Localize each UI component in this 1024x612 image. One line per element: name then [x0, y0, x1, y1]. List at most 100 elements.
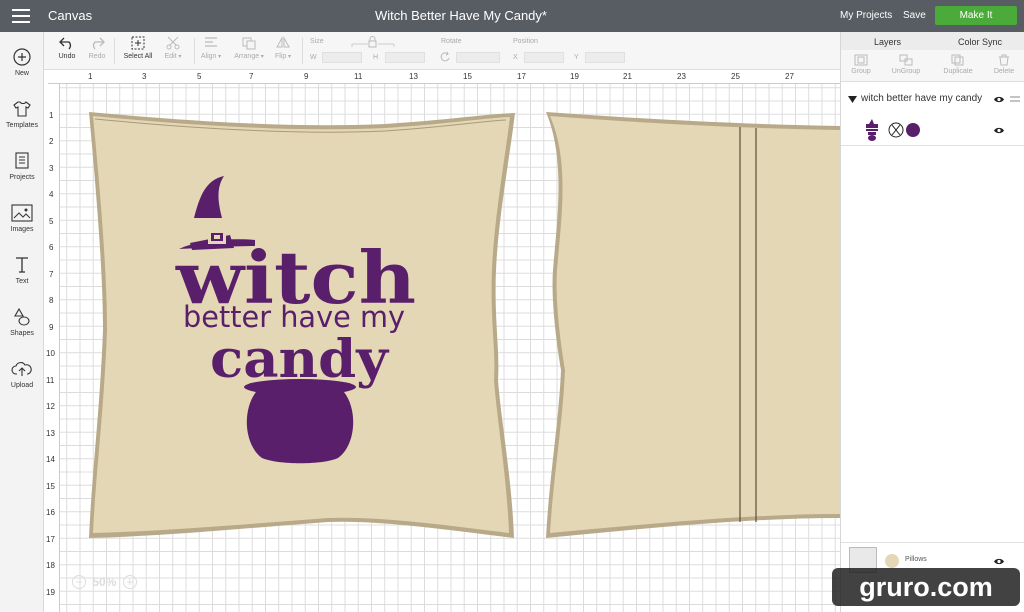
canvas-artwork: witch better have my candy — [89, 112, 840, 538]
redo-button[interactable]: Redo — [84, 36, 110, 60]
height-input[interactable] — [385, 52, 425, 63]
select-all-icon — [131, 36, 145, 50]
sidebar-item-label: Text — [15, 278, 29, 285]
sidebar-item-label: New — [14, 70, 29, 77]
sidebar-item-images[interactable]: Images — [0, 203, 44, 233]
ruler-left-tick: 14 — [46, 455, 55, 464]
flip-menu-button[interactable]: Flip ▾ — [270, 36, 296, 60]
make-it-button[interactable]: Make It — [935, 6, 1017, 25]
ruler-top-tick: 13 — [409, 72, 418, 81]
ruler-top-tick: 19 — [570, 72, 579, 81]
watermark-logo: gruro.com — [832, 568, 1020, 606]
flip-icon — [276, 36, 290, 48]
select-all-button[interactable]: Select All — [120, 36, 156, 60]
zoom-out-button[interactable]: − — [72, 574, 86, 589]
zoom-in-button[interactable]: + — [122, 574, 137, 589]
color-swatch-icon[interactable] — [884, 553, 900, 569]
arrange-icon — [242, 37, 256, 50]
tab-layers[interactable]: Layers — [874, 37, 901, 47]
cricut-design-space-window: Canvas Witch Better Have My Candy* My Pr… — [0, 0, 1024, 612]
cauldron-shape — [244, 379, 356, 464]
sidebar-item-label: Images — [10, 226, 34, 233]
contour-icon — [888, 122, 904, 138]
align-menu-button[interactable]: Align ▾ — [196, 36, 226, 60]
edit-toolbar: Undo Redo Select All Edit ▾ Align ▾ Arra… — [44, 32, 840, 70]
ruler-top-tick: 1 — [88, 72, 93, 81]
select-all-label: Select All — [123, 53, 153, 60]
ruler-top-tick: 21 — [623, 72, 632, 81]
ruler-top-tick: 15 — [463, 72, 472, 81]
group-button[interactable]: Group — [847, 54, 875, 75]
ruler-left-tick: 19 — [46, 588, 55, 597]
caret-down-icon[interactable] — [848, 96, 857, 103]
sidebar-item-upload[interactable]: Upload — [0, 359, 44, 389]
sidebar-item-new[interactable]: New — [0, 47, 44, 77]
pillow-back[interactable] — [546, 112, 840, 538]
save-button[interactable]: Save — [903, 10, 926, 21]
left-toolbar: New Templates Projects Images Text Shape… — [0, 32, 44, 612]
layer-actions: Group UnGroup Duplicate Delete — [841, 50, 1024, 82]
ruler-top-tick: 7 — [249, 72, 254, 81]
my-projects-link[interactable]: My Projects — [840, 10, 892, 21]
toolbar-divider — [114, 38, 115, 64]
drag-handle-icon[interactable] — [1010, 95, 1020, 103]
y-label: Y — [574, 54, 579, 61]
edit-menu-button[interactable]: Edit ▾ — [160, 36, 186, 60]
zoom-control: − 50% + — [72, 574, 137, 589]
ruler-left-tick: 8 — [49, 296, 54, 305]
flip-label: Flip — [275, 53, 287, 60]
ungroup-label: UnGroup — [891, 68, 921, 75]
group-label: Group — [851, 68, 871, 75]
sidebar-item-shapes[interactable]: Shapes — [0, 307, 44, 337]
ruler-left-tick: 7 — [49, 270, 54, 279]
layer-thumbnails — [866, 119, 920, 141]
sidebar-item-templates[interactable]: Templates — [0, 99, 44, 129]
ruler-top-tick: 3 — [142, 72, 147, 81]
x-position-input[interactable] — [524, 52, 564, 63]
arrange-menu-button[interactable]: Arrange ▾ — [230, 36, 268, 60]
sidebar-item-text[interactable]: Text — [0, 255, 44, 285]
y-position-input[interactable] — [585, 52, 625, 63]
color-swatch-icon — [906, 123, 920, 137]
duplicate-icon — [951, 54, 964, 66]
panel-tabs: Layers Color Sync — [841, 32, 1024, 50]
ruler-top-tick: 25 — [731, 72, 740, 81]
layer-group-name: witch better have my candy — [861, 93, 983, 104]
ruler-left-tick: 11 — [46, 376, 55, 385]
align-label: Align — [200, 53, 217, 60]
trash-icon — [999, 54, 1009, 66]
shapes-icon — [14, 307, 30, 326]
ruler-left-tick: 6 — [49, 243, 54, 252]
ruler-left-tick: 17 — [46, 535, 55, 544]
eye-icon[interactable] — [993, 95, 1005, 104]
group-icon — [854, 54, 868, 66]
undo-icon — [59, 37, 72, 50]
lock-icon[interactable] — [350, 36, 396, 48]
delete-label: Delete — [993, 68, 1015, 75]
upload-cloud-icon — [11, 362, 32, 376]
rotate-input[interactable] — [456, 52, 500, 63]
toolbar-divider — [302, 38, 303, 64]
layer-item-design[interactable] — [841, 114, 1024, 146]
eye-icon[interactable] — [993, 557, 1005, 566]
undo-button[interactable]: Undo — [54, 36, 80, 60]
eye-icon[interactable] — [993, 126, 1005, 135]
delete-button[interactable]: Delete — [989, 54, 1019, 75]
sidebar-item-projects[interactable]: Projects — [0, 151, 44, 181]
ruler-left-tick: 12 — [46, 402, 55, 411]
width-input[interactable] — [322, 52, 362, 63]
ruler-left-tick: 1 — [49, 111, 54, 120]
ruler-left-tick: 5 — [49, 217, 54, 226]
zoom-level: 50% — [92, 574, 117, 589]
tab-color-sync[interactable]: Color Sync — [958, 37, 1002, 47]
toolbar-divider — [194, 38, 195, 64]
ruler-left-tick: 13 — [46, 429, 55, 438]
duplicate-button[interactable]: Duplicate — [938, 54, 978, 75]
ruler-left-tick: 10 — [46, 349, 55, 358]
layer-group-row[interactable]: witch better have my candy — [841, 88, 1024, 110]
position-label: Position — [513, 38, 538, 45]
plus-circle-icon — [13, 48, 31, 66]
layers-panel: Layers Color Sync Group UnGroup Duplicat… — [840, 32, 1024, 612]
ruler-top-tick: 23 — [677, 72, 686, 81]
ungroup-button[interactable]: UnGroup — [887, 54, 925, 75]
